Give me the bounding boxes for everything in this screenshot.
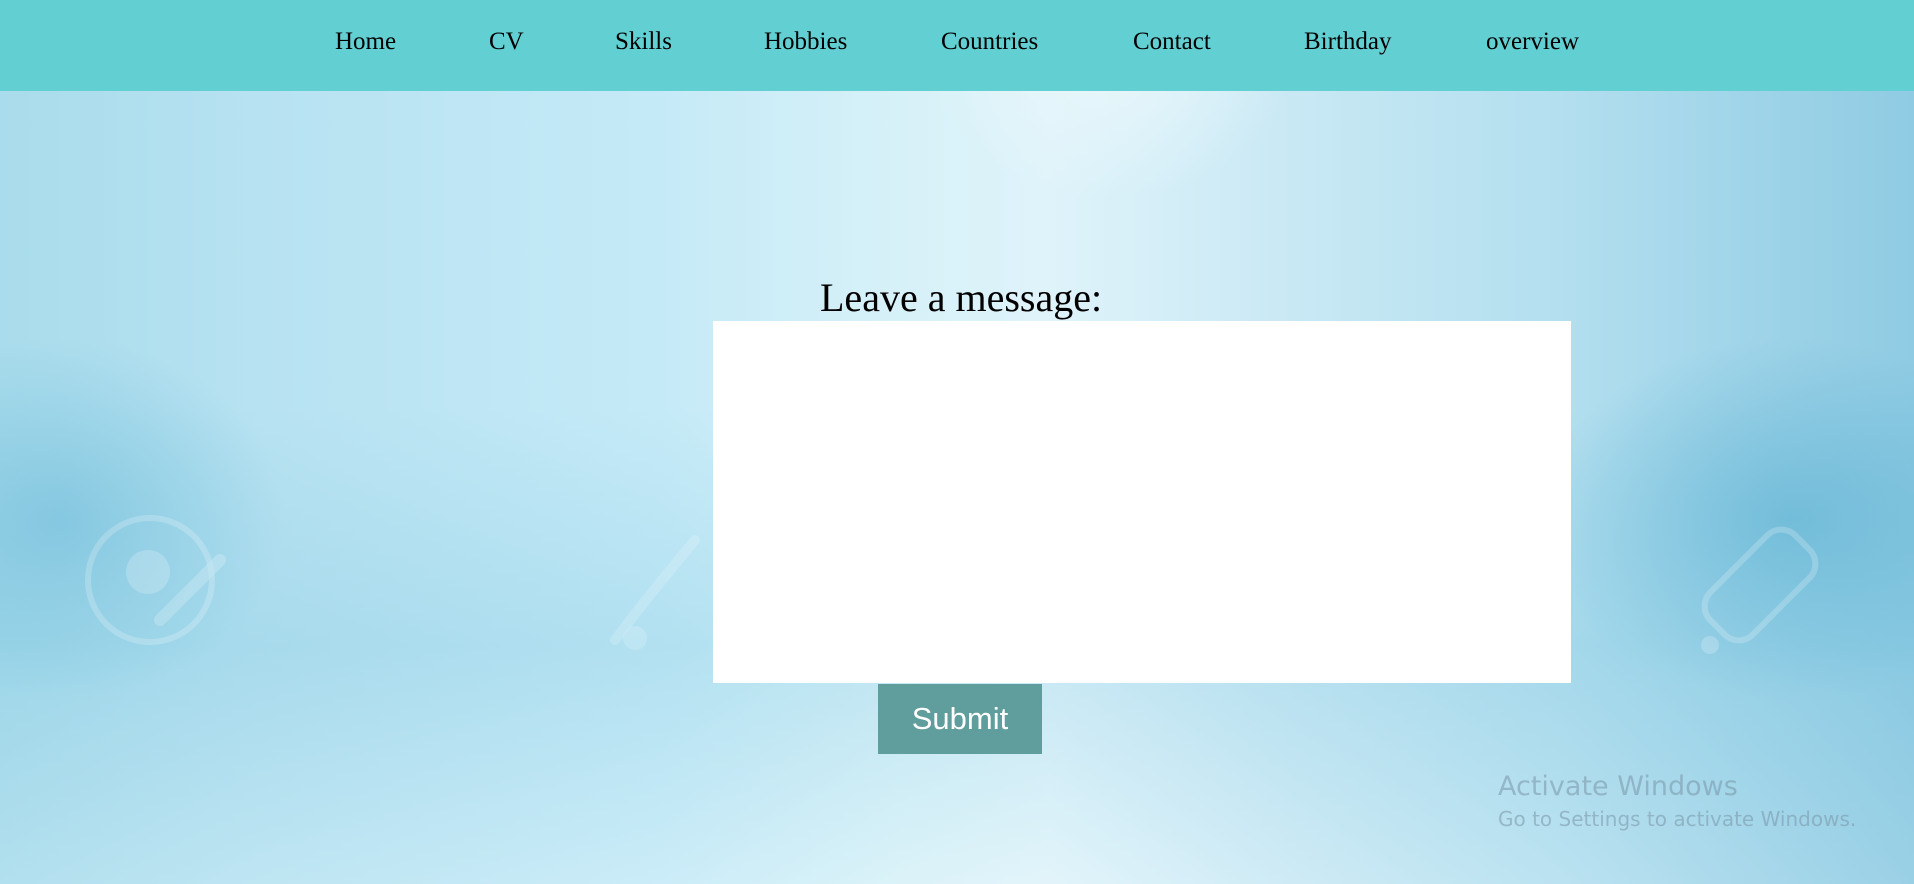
- nav-link-skills[interactable]: Skills: [615, 26, 672, 58]
- decorative-pin-icon: [85, 515, 226, 645]
- watermark-subtitle: Go to Settings to activate Windows.: [1498, 807, 1857, 831]
- activate-windows-watermark: Activate Windows Go to Settings to activ…: [1498, 769, 1856, 833]
- nav-link-cv[interactable]: CV: [489, 26, 524, 58]
- message-textarea[interactable]: [713, 321, 1571, 683]
- nav-link-contact[interactable]: Contact: [1133, 26, 1211, 58]
- nav-link-home[interactable]: Home: [335, 26, 396, 58]
- nav-link-overview[interactable]: overview: [1486, 26, 1579, 58]
- submit-button[interactable]: Submit: [878, 684, 1042, 754]
- decorative-tag-icon: [1701, 526, 1819, 654]
- decorative-shape-icon: [610, 535, 700, 650]
- nav-link-countries[interactable]: Countries: [941, 26, 1038, 58]
- top-navbar: Home CV Skills Hobbies Countries Contact…: [0, 0, 1914, 91]
- message-label: Leave a message:: [820, 275, 1103, 320]
- nav-link-birthday[interactable]: Birthday: [1304, 26, 1392, 58]
- nav-link-hobbies[interactable]: Hobbies: [764, 26, 847, 58]
- watermark-title: Activate Windows: [1498, 771, 1738, 802]
